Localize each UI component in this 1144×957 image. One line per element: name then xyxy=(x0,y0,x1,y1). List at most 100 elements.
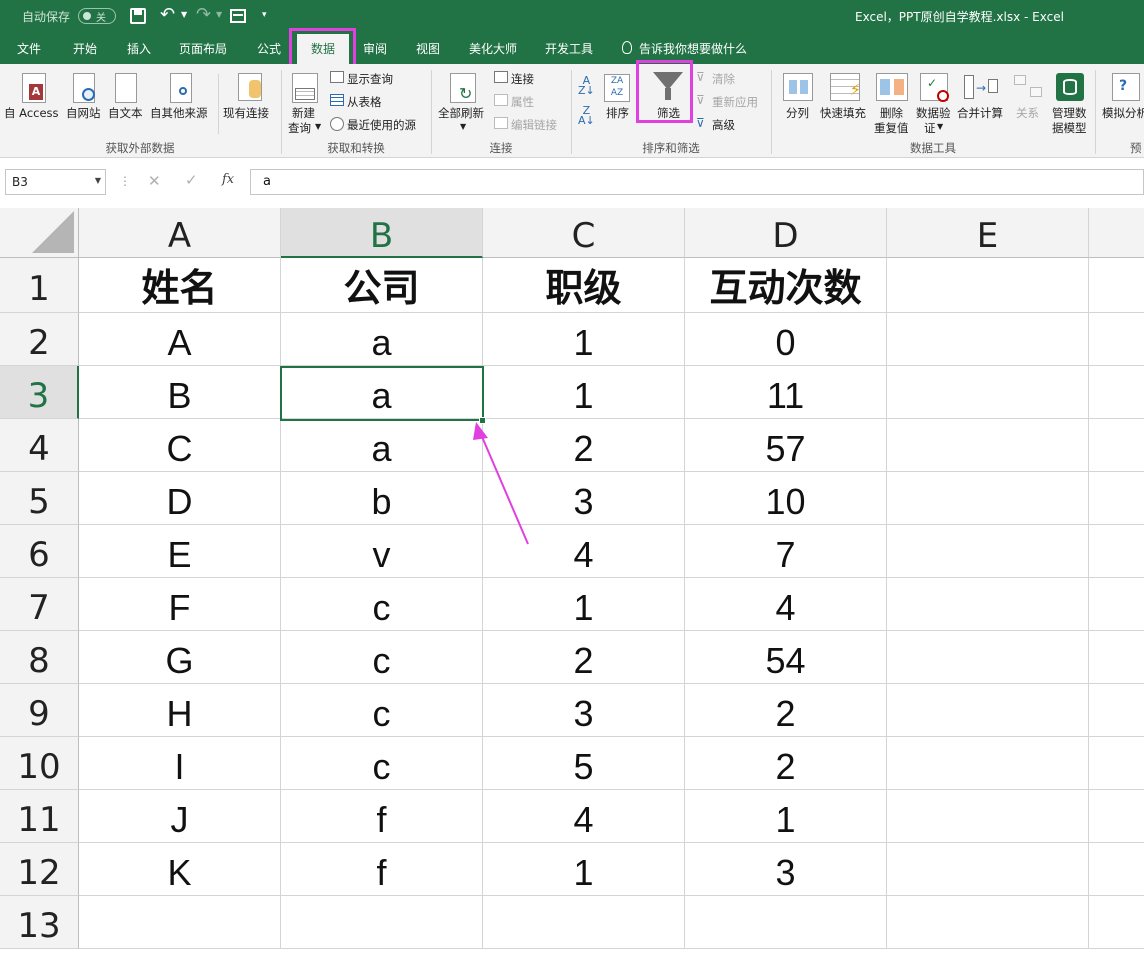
cell-e4[interactable] xyxy=(887,419,1089,472)
autosave-toggle[interactable]: 关 xyxy=(78,8,116,24)
tab-home[interactable]: 开始 xyxy=(62,34,108,64)
tab-page-layout[interactable]: 页面布局 xyxy=(170,34,236,64)
cell-a10[interactable]: I xyxy=(79,737,281,790)
cell-b6[interactable]: v xyxy=(281,525,483,578)
cell-e7[interactable] xyxy=(887,578,1089,631)
cell-b9[interactable]: c xyxy=(281,684,483,737)
row-header-4[interactable]: 4 xyxy=(0,419,79,472)
tab-review[interactable]: 审阅 xyxy=(352,34,398,64)
column-header-b[interactable]: B xyxy=(281,208,483,258)
cell-e8[interactable] xyxy=(887,631,1089,684)
name-box-dropdown-icon[interactable]: ▼ xyxy=(95,176,101,185)
cell-f2[interactable] xyxy=(1089,313,1144,366)
cell-a7[interactable]: F xyxy=(79,578,281,631)
header-cell-b[interactable]: 公司 xyxy=(281,258,483,313)
cell-c7[interactable]: 1 xyxy=(483,578,685,631)
enter-icon[interactable]: ✓ xyxy=(185,171,198,189)
cell-f12[interactable] xyxy=(1089,843,1144,896)
cell-f8[interactable] xyxy=(1089,631,1144,684)
cell-c10[interactable]: 5 xyxy=(483,737,685,790)
cell-d3[interactable]: 11 xyxy=(685,366,887,419)
cell-b11[interactable]: f xyxy=(281,790,483,843)
cell-b4[interactable]: a xyxy=(281,419,483,472)
cell-f4[interactable] xyxy=(1089,419,1144,472)
cell-e9[interactable] xyxy=(887,684,1089,737)
cell-c13[interactable] xyxy=(483,896,685,949)
cell-c8[interactable]: 2 xyxy=(483,631,685,684)
cell-f13[interactable] xyxy=(1089,896,1144,949)
column-header-e[interactable]: E xyxy=(887,208,1089,258)
cell-f7[interactable] xyxy=(1089,578,1144,631)
cell-b10[interactable]: c xyxy=(281,737,483,790)
cell-a13[interactable] xyxy=(79,896,281,949)
cell-d8[interactable]: 54 xyxy=(685,631,887,684)
cell-b7[interactable]: c xyxy=(281,578,483,631)
cell-b8[interactable]: c xyxy=(281,631,483,684)
cell-f11[interactable] xyxy=(1089,790,1144,843)
cell-a8[interactable]: G xyxy=(79,631,281,684)
column-header-f[interactable] xyxy=(1089,208,1144,258)
row-header-6[interactable]: 6 xyxy=(0,525,79,578)
cell-a3[interactable]: B xyxy=(79,366,281,419)
header-cell-a[interactable]: 姓名 xyxy=(79,258,281,313)
cell-d7[interactable]: 4 xyxy=(685,578,887,631)
row-header-9[interactable]: 9 xyxy=(0,684,79,737)
cell-d6[interactable]: 7 xyxy=(685,525,887,578)
cell-b13[interactable] xyxy=(281,896,483,949)
cell-a11[interactable]: J xyxy=(79,790,281,843)
tab-view[interactable]: 视图 xyxy=(405,34,451,64)
undo-icon[interactable]: ↶ xyxy=(160,4,175,25)
cell-b12[interactable]: f xyxy=(281,843,483,896)
row-header-1[interactable]: 1 xyxy=(0,258,79,313)
cell-d9[interactable]: 2 xyxy=(685,684,887,737)
tab-insert[interactable]: 插入 xyxy=(116,34,162,64)
select-all-corner[interactable] xyxy=(0,208,79,258)
cell-d13[interactable] xyxy=(685,896,887,949)
tab-file[interactable]: 文件 xyxy=(6,34,52,64)
cell-e11[interactable] xyxy=(887,790,1089,843)
form-icon[interactable] xyxy=(230,9,246,23)
cell-f3[interactable] xyxy=(1089,366,1144,419)
row-header-10[interactable]: 10 xyxy=(0,737,79,790)
customize-qat-icon[interactable]: ▾ xyxy=(262,10,267,20)
header-cell-e[interactable] xyxy=(887,258,1089,313)
cell-d4[interactable]: 57 xyxy=(685,419,887,472)
cell-a12[interactable]: K xyxy=(79,843,281,896)
cell-f6[interactable] xyxy=(1089,525,1144,578)
cell-f10[interactable] xyxy=(1089,737,1144,790)
cell-d10[interactable]: 2 xyxy=(685,737,887,790)
cell-c3[interactable]: 1 xyxy=(483,366,685,419)
save-icon[interactable] xyxy=(130,8,146,24)
cell-e2[interactable] xyxy=(887,313,1089,366)
cell-e5[interactable] xyxy=(887,472,1089,525)
undo-dropdown-icon[interactable]: ▼ xyxy=(181,10,187,19)
redo-icon[interactable]: ↷ xyxy=(196,4,211,25)
column-header-a[interactable]: A xyxy=(79,208,281,258)
column-header-c[interactable]: C xyxy=(483,208,685,258)
header-cell-d[interactable]: 互动次数 xyxy=(685,258,887,313)
cell-a9[interactable]: H xyxy=(79,684,281,737)
row-header-11[interactable]: 11 xyxy=(0,790,79,843)
cell-c11[interactable]: 4 xyxy=(483,790,685,843)
cell-d12[interactable]: 3 xyxy=(685,843,887,896)
row-header-12[interactable]: 12 xyxy=(0,843,79,896)
cell-c2[interactable]: 1 xyxy=(483,313,685,366)
row-header-7[interactable]: 7 xyxy=(0,578,79,631)
cell-d2[interactable]: 0 xyxy=(685,313,887,366)
cell-d5[interactable]: 10 xyxy=(685,472,887,525)
tab-developer[interactable]: 开发工具 xyxy=(536,34,602,64)
row-header-3[interactable]: 3 xyxy=(0,366,79,419)
formula-input[interactable]: a xyxy=(250,169,1144,195)
cell-e6[interactable] xyxy=(887,525,1089,578)
cell-c12[interactable]: 1 xyxy=(483,843,685,896)
cell-a6[interactable]: E xyxy=(79,525,281,578)
name-box[interactable]: B3 ▼ xyxy=(5,169,106,195)
insert-function-icon[interactable]: fx xyxy=(222,172,234,187)
cell-e13[interactable] xyxy=(887,896,1089,949)
cell-d11[interactable]: 1 xyxy=(685,790,887,843)
cell-b5[interactable]: b xyxy=(281,472,483,525)
cell-e3[interactable] xyxy=(887,366,1089,419)
cell-b2[interactable]: a xyxy=(281,313,483,366)
cell-a2[interactable]: A xyxy=(79,313,281,366)
cell-f9[interactable] xyxy=(1089,684,1144,737)
